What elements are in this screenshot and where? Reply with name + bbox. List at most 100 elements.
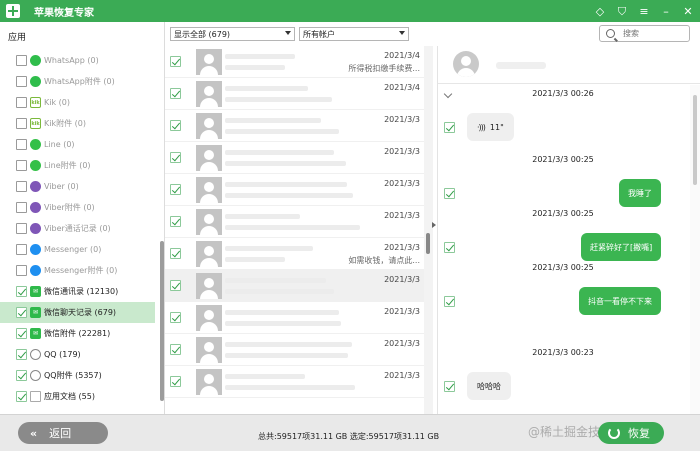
whatsapp-icon [30, 55, 41, 66]
sidebar-item[interactable]: WhatsApp (0) [0, 50, 155, 71]
sidebar-item-label: Viber附件 (0) [44, 203, 95, 212]
sidebar-item[interactable]: Line (0) [0, 134, 155, 155]
contact-name-redacted [225, 118, 321, 123]
sidebar-item[interactable]: Viber附件 (0) [0, 197, 155, 218]
sidebar-item[interactable]: ✉ 微信附件 (22281) [0, 323, 155, 344]
checkbox[interactable] [16, 265, 27, 276]
checkbox[interactable] [170, 216, 181, 227]
scroll-thumb[interactable] [693, 95, 697, 185]
checkbox[interactable] [16, 76, 27, 87]
search-input[interactable] [623, 29, 683, 38]
checkbox[interactable] [16, 97, 27, 108]
checkbox[interactable] [170, 56, 181, 67]
messenger-icon [30, 244, 41, 255]
qq-icon [30, 370, 41, 381]
collapse-arrow-icon[interactable] [432, 222, 436, 228]
checkbox[interactable] [444, 295, 455, 307]
checkbox[interactable] [16, 118, 27, 129]
message-preview-redacted [225, 161, 346, 166]
chat-list-row[interactable]: 2021/3/3 [165, 206, 424, 238]
incoming-message-bubble[interactable]: 哈哈哈 [467, 372, 511, 400]
checkbox[interactable] [170, 184, 181, 195]
chat-list-row[interactable]: 2021/3/4 [165, 78, 424, 110]
close-icon[interactable]: ✕ [680, 3, 696, 19]
checkbox[interactable] [444, 187, 455, 199]
chat-list-row[interactable]: 2021/3/4 所得税扣缴手续费... [165, 46, 424, 78]
checkbox[interactable] [16, 55, 27, 66]
search-box[interactable] [599, 25, 690, 42]
chat-list-row[interactable]: 2021/3/3 [165, 302, 424, 334]
sidebar-item[interactable]: Viber通话记录 (0) [0, 218, 155, 239]
checkbox[interactable] [16, 223, 27, 234]
sidebar-item[interactable]: Messenger (0) [0, 239, 155, 260]
checkbox[interactable] [444, 380, 455, 392]
outgoing-message-bubble[interactable]: 赶紧碎好了[撇嘴] [581, 233, 662, 261]
checkbox[interactable] [16, 286, 27, 297]
checkbox[interactable] [170, 344, 181, 355]
outgoing-message-bubble[interactable]: 我睡了 [619, 179, 661, 207]
minimize-icon[interactable]: – [658, 3, 674, 19]
checkbox[interactable] [170, 248, 181, 259]
chat-list-scrollbar[interactable] [424, 46, 433, 414]
menu-icon[interactable]: ≡ [636, 3, 652, 19]
scroll-thumb[interactable] [426, 233, 430, 254]
sidebar-item[interactable]: ✉ 微信聊天记录 (679) [0, 302, 155, 323]
message-timestamp: 2021/3/3 00:26 [532, 89, 594, 98]
checkbox[interactable] [16, 244, 27, 255]
checkbox[interactable] [170, 376, 181, 387]
sidebar-item[interactable]: Viber (0) [0, 176, 155, 197]
checkbox[interactable] [16, 328, 27, 339]
sidebar-item[interactable]: QQ (179) [0, 344, 155, 365]
checkbox[interactable] [444, 241, 455, 253]
checkbox[interactable] [170, 280, 181, 291]
conversation-scrollbar[interactable] [690, 85, 700, 414]
checkbox[interactable] [170, 120, 181, 131]
sidebar-item[interactable]: Messenger附件 (0) [0, 260, 155, 281]
sidebar-item[interactable]: ✉ 微信通讯录 (12130) [0, 281, 155, 302]
sidebar-item[interactable]: kik Kik附件 (0) [0, 113, 155, 134]
message-timestamp: 2021/3/3 00:25 [532, 263, 594, 272]
chat-list-row[interactable]: 2021/3/3 如需收钱，请点此... [165, 238, 424, 270]
sidebar-scrollbar[interactable] [160, 241, 164, 401]
search-icon[interactable] [606, 29, 615, 38]
chat-list-row[interactable]: 2021/3/3 [165, 270, 424, 302]
sidebar-item-label: 微信附件 (22281) [44, 329, 111, 338]
cart-icon[interactable]: ⛉ [614, 3, 630, 19]
chat-time: 2021/3/3 [384, 339, 420, 348]
message-preview-redacted [225, 193, 353, 198]
checkbox[interactable] [16, 370, 27, 381]
account-filter-select[interactable]: 所有帐户 [299, 27, 409, 41]
checkbox[interactable] [16, 349, 27, 360]
sidebar-item[interactable]: kik Kik (0) [0, 92, 155, 113]
sidebar-item-label: Messenger附件 (0) [44, 266, 118, 275]
incoming-message-bubble[interactable]: ·))) 11" [467, 113, 514, 141]
checkbox[interactable] [170, 88, 181, 99]
sidebar-item-label: 微信通讯录 (12130) [44, 287, 119, 296]
chat-list-row[interactable]: 2021/3/3 [165, 174, 424, 206]
sidebar-item[interactable]: QQ附件 (5357) [0, 365, 155, 386]
chat-list-row[interactable]: 2021/3/3 [165, 334, 424, 366]
checkbox[interactable] [16, 181, 27, 192]
recover-button[interactable]: 恢复 [598, 422, 664, 444]
show-filter-select[interactable]: 显示全部 (679) [170, 27, 295, 41]
contact-avatar [196, 144, 222, 171]
sidebar-item[interactable]: Line附件 (0) [0, 155, 155, 176]
chat-list-row[interactable]: 2021/3/3 [165, 366, 424, 398]
sidebar-item[interactable]: WhatsApp附件 (0) [0, 71, 155, 92]
checkbox[interactable] [16, 307, 27, 318]
back-button[interactable]: « 返回 [18, 422, 108, 444]
checkbox[interactable] [170, 312, 181, 323]
outgoing-message-bubble[interactable]: 抖音一看停不下来 [579, 287, 661, 315]
checkbox[interactable] [16, 391, 27, 402]
chat-list-row[interactable]: 2021/3/3 [165, 142, 424, 174]
checkbox[interactable] [170, 152, 181, 163]
checkbox[interactable] [16, 139, 27, 150]
chat-list-row[interactable]: 2021/3/3 [165, 110, 424, 142]
checkbox[interactable] [16, 160, 27, 171]
checkbox[interactable] [444, 121, 455, 133]
diamond-icon[interactable]: ◇ [592, 3, 608, 19]
chat-time: 2021/3/3 [384, 211, 420, 220]
sidebar-item[interactable]: 应用文档 (55) [0, 386, 155, 407]
checkbox[interactable] [16, 202, 27, 213]
chat-list: 2021/3/4 所得税扣缴手续费... 2021/3/4 2021/3/3 2021/… [165, 46, 424, 414]
